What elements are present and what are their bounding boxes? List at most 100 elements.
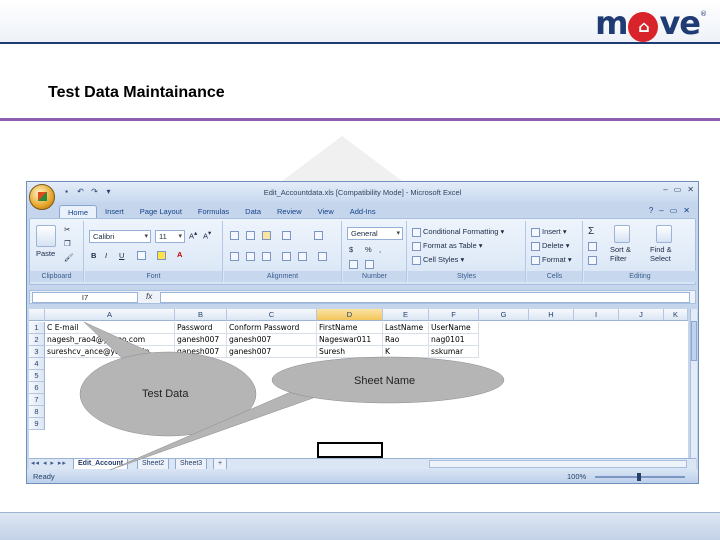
cell-a1[interactable]: C E-mail [45,322,175,334]
autosum-button[interactable]: Σ [588,226,594,237]
help-icon[interactable]: ? [649,206,653,215]
orientation-icon[interactable] [282,230,293,240]
format-cells-button[interactable]: Format ▾ [531,255,572,265]
align-top-icon[interactable] [230,230,241,240]
row-header-9[interactable]: 9 [29,418,45,430]
shrink-font-icon[interactable]: A▾ [203,230,211,241]
fx-icon[interactable]: fx [146,292,152,301]
insert-cells-button[interactable]: Insert ▾ [531,227,567,237]
zoom-slider[interactable] [595,473,685,481]
ribbon-close-icon[interactable]: ✕ [683,206,690,215]
tab-home[interactable]: Home [59,205,98,219]
cell-f2[interactable]: nag0101 [429,334,479,346]
cell-e3[interactable]: K [383,346,429,358]
column-header-g[interactable]: G [479,309,529,321]
cell-b3[interactable]: ganesh007 [175,346,227,358]
align-middle-icon[interactable] [246,230,257,240]
cell-c3[interactable]: ganesh007 [227,346,317,358]
zoom-level[interactable]: 100% [567,472,586,481]
decrease-decimal-icon[interactable] [365,259,376,269]
copy-icon[interactable]: ❐ [64,239,71,248]
column-header-k[interactable]: K [664,309,688,321]
row-header-8[interactable]: 8 [29,406,45,418]
horizontal-scrollbar[interactable] [429,460,687,468]
cell-b2[interactable]: ganesh007 [175,334,227,346]
font-size-select[interactable]: 11 [155,230,185,243]
cell-b1[interactable]: Password [175,322,227,334]
number-format-select[interactable]: General [347,227,403,240]
name-box[interactable]: I7 [32,292,138,303]
formula-input[interactable] [160,292,690,303]
ribbon-restore-icon[interactable]: ▭ [670,206,678,215]
cell-d2[interactable]: Nageswar011 [317,334,383,346]
vertical-scroll-thumb[interactable] [691,321,697,361]
cell-c1[interactable]: Conform Password [227,322,317,334]
align-center-icon[interactable] [246,251,257,261]
paste-icon[interactable] [36,225,56,247]
tab-review[interactable]: Review [269,205,310,219]
column-header-j[interactable]: J [619,309,664,321]
column-header-h[interactable]: H [529,309,574,321]
column-header-c[interactable]: C [227,309,317,321]
find-select-icon[interactable] [656,225,672,243]
cell-e1[interactable]: LastName [383,322,429,334]
row-header-7[interactable]: 7 [29,394,45,406]
tab-view[interactable]: View [310,205,342,219]
tab-insert[interactable]: Insert [97,205,132,219]
minimize-button[interactable]: – [663,185,667,194]
cell-d3[interactable]: Suresh [317,346,383,358]
column-header-f[interactable]: F [429,309,479,321]
ribbon-minimize-icon[interactable]: – [659,206,663,215]
row-header-1[interactable]: 1 [29,322,45,334]
cell-f3[interactable]: sskumar [429,346,479,358]
format-painter-icon[interactable]: 🖌 [64,253,74,262]
row-header-4[interactable]: 4 [29,358,45,370]
borders-icon[interactable] [137,250,148,260]
zoom-slider-knob[interactable] [637,473,641,481]
sheet-nav-arrows[interactable]: ◂◂ ◂ ▸ ▸▸ [31,459,67,467]
fill-color-icon[interactable] [157,250,168,260]
increase-indent-icon[interactable] [298,251,309,261]
format-as-table-button[interactable]: Format as Table ▾ [412,241,483,251]
paste-button[interactable]: Paste [36,249,55,258]
tab-formulas[interactable]: Formulas [190,205,237,219]
bold-button[interactable]: B [91,251,96,260]
column-header-b[interactable]: B [175,309,227,321]
align-right-icon[interactable] [262,251,273,261]
italic-button[interactable]: I [105,251,107,260]
merge-center-icon[interactable] [318,251,329,261]
cell-f1[interactable]: UserName [429,322,479,334]
cell-d1[interactable]: FirstName [317,322,383,334]
select-all-corner[interactable] [29,309,45,321]
cell-a2[interactable]: nagesh_rao4@yahoo.com [45,334,175,346]
row-header-5[interactable]: 5 [29,370,45,382]
column-header-d[interactable]: D [317,309,383,321]
cell-styles-button[interactable]: Cell Styles ▾ [412,255,464,265]
row-header-2[interactable]: 2 [29,334,45,346]
grow-font-icon[interactable]: A▴ [189,230,197,241]
restore-button[interactable]: ▭ [674,185,682,194]
cell-c2[interactable]: ganesh007 [227,334,317,346]
font-name-select[interactable]: Calibri [89,230,151,243]
column-header-a[interactable]: A [45,309,175,321]
column-header-e[interactable]: E [383,309,429,321]
align-left-icon[interactable] [230,251,241,261]
row-header-3[interactable]: 3 [29,346,45,358]
tab-add-ins[interactable]: Add-Ins [342,205,384,219]
align-bottom-icon[interactable] [262,230,273,240]
decrease-indent-icon[interactable] [282,251,293,261]
cell-a3[interactable]: sureshcv_ance@yaho.co.in [45,346,175,358]
underline-button[interactable]: U [119,251,124,260]
cut-icon[interactable]: ✂ [64,225,70,234]
office-button[interactable] [29,184,55,210]
fill-icon[interactable] [588,241,599,251]
font-color-icon[interactable]: A [177,250,182,259]
column-header-i[interactable]: I [574,309,619,321]
row-header-6[interactable]: 6 [29,382,45,394]
increase-decimal-icon[interactable] [349,259,360,269]
tab-data[interactable]: Data [237,205,269,219]
cell-e2[interactable]: Rao [383,334,429,346]
delete-cells-button[interactable]: Delete ▾ [531,241,570,251]
wrap-text-icon[interactable] [314,230,325,240]
vertical-scrollbar[interactable] [690,309,697,458]
